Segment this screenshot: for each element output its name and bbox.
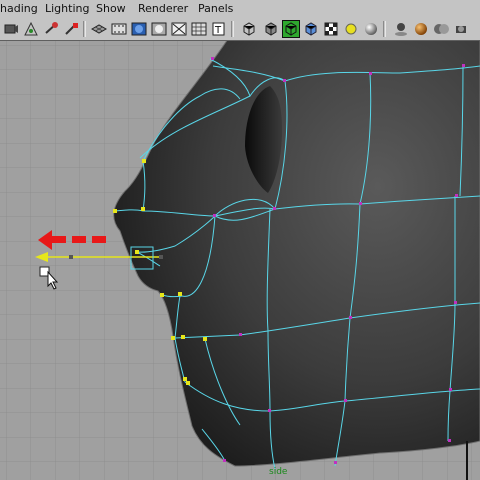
resolution-gate-icon[interactable] [130, 20, 148, 38]
shadows-icon[interactable] [392, 20, 410, 38]
panel-toolbar: T [0, 18, 480, 41]
menu-show[interactable]: Show [96, 2, 126, 15]
svg-text:T: T [214, 25, 222, 36]
ambient-occlusion-icon[interactable] [432, 20, 450, 38]
manipulator-handle[interactable] [69, 255, 73, 259]
default-lighting-icon[interactable] [262, 20, 280, 38]
wireframe-on-shaded-icon[interactable]: T [210, 20, 228, 38]
use-all-lights-icon[interactable] [282, 20, 300, 38]
film-gate-icon[interactable] [110, 20, 128, 38]
menu-renderer[interactable]: Renderer [138, 2, 188, 15]
high-quality-icon[interactable] [412, 20, 430, 38]
gate-mask-icon[interactable] [150, 20, 168, 38]
textured-icon[interactable] [302, 20, 320, 38]
menu-lighting[interactable]: Lighting [45, 2, 89, 15]
menu-panels[interactable]: Panels [198, 2, 233, 15]
menu-shading[interactable]: hading [0, 2, 38, 15]
isolate-select-icon[interactable] [342, 20, 360, 38]
grid-icon[interactable] [90, 20, 108, 38]
side-viewport[interactable]: side [0, 41, 480, 480]
lights-icon[interactable] [362, 20, 380, 38]
camera-attributes-icon[interactable] [22, 20, 40, 38]
wireframe-icon[interactable] [170, 20, 188, 38]
panel-menu-bar: hading Lighting Show Renderer Panels [0, 0, 480, 19]
camera-name-label: side [269, 467, 288, 477]
image-plane-icon[interactable] [62, 20, 80, 38]
smooth-shade-icon[interactable] [190, 20, 208, 38]
anti-aliasing-icon[interactable] [452, 20, 470, 38]
bookmark-icon[interactable] [42, 20, 60, 38]
manipulator-handle[interactable] [159, 255, 163, 259]
display-textures-icon[interactable] [322, 20, 340, 38]
camera-select-icon[interactable] [2, 20, 20, 38]
viewport-canvas [0, 41, 480, 480]
x-ray-icon[interactable] [240, 20, 258, 38]
